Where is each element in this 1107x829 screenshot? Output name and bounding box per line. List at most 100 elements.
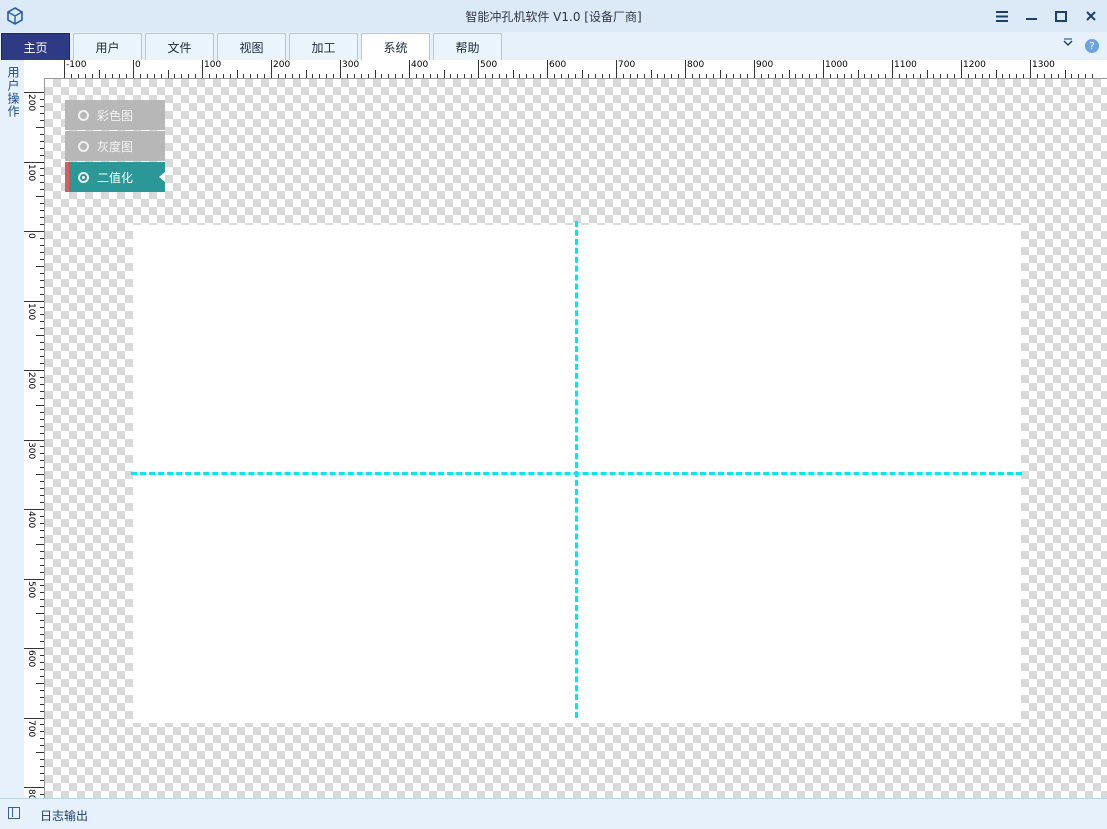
ruler-minor-tick bbox=[705, 74, 707, 78]
chevron-down-icon[interactable] bbox=[1063, 38, 1073, 51]
ruler-minor-tick bbox=[829, 74, 831, 78]
ruler-minor-tick bbox=[967, 74, 969, 78]
ruler-minor-tick bbox=[553, 74, 555, 78]
ruler-major-tick bbox=[892, 60, 893, 78]
ruler-label: 400 bbox=[26, 511, 36, 529]
ruler-minor-tick bbox=[464, 74, 466, 78]
image-canvas[interactable]: 彩色图 灰度图 二值化 bbox=[45, 79, 1107, 798]
ruler-minor-tick bbox=[40, 349, 44, 351]
ruler-minor-tick bbox=[360, 74, 362, 78]
ruler-minor-tick bbox=[622, 74, 624, 78]
vertical-ruler: 2001000100200300400500600700800 bbox=[24, 78, 45, 806]
ruler-minor-tick bbox=[40, 279, 44, 281]
tab-process[interactable]: 加工 bbox=[289, 33, 358, 60]
ribbon-tabs: 主页 用户 文件 视图 加工 系统 帮助 ? bbox=[0, 32, 1107, 61]
ruler-minor-tick bbox=[588, 74, 590, 78]
ruler-minor-tick bbox=[40, 251, 44, 253]
ruler-minor-tick bbox=[650, 70, 652, 78]
ruler-minor-tick bbox=[1085, 74, 1087, 78]
minimize-icon[interactable] bbox=[1021, 6, 1041, 26]
ruler-minor-tick bbox=[40, 105, 44, 107]
mode-binarize[interactable]: 二值化 bbox=[65, 162, 165, 192]
ruler-major-tick bbox=[409, 60, 410, 78]
ruler-label: 500 bbox=[26, 580, 36, 598]
panel-toggle-icon[interactable] bbox=[8, 807, 20, 819]
ruler-minor-tick bbox=[40, 383, 44, 385]
ruler-minor-tick bbox=[40, 759, 44, 761]
tab-help[interactable]: 帮助 bbox=[433, 33, 502, 60]
ruler-minor-tick bbox=[36, 752, 44, 754]
ruler-minor-tick bbox=[40, 661, 44, 663]
ruler-minor-tick bbox=[40, 745, 44, 747]
ruler-major-tick bbox=[24, 439, 44, 441]
ruler-minor-tick bbox=[40, 321, 44, 323]
ruler-minor-tick bbox=[40, 411, 44, 413]
tab-home[interactable]: 主页 bbox=[1, 33, 70, 60]
ruler-major-tick bbox=[340, 60, 341, 78]
ruler-minor-tick bbox=[40, 307, 44, 309]
ruler-minor-tick bbox=[40, 432, 44, 434]
ruler-label: 300 bbox=[342, 60, 360, 70]
crosshair-horizontal bbox=[131, 472, 1022, 475]
ruler-minor-tick bbox=[505, 74, 507, 78]
ruler-minor-tick bbox=[402, 74, 404, 78]
help-icon[interactable]: ? bbox=[1085, 39, 1099, 53]
tab-system[interactable]: 系统 bbox=[361, 33, 430, 61]
mode-grayscale[interactable]: 灰度图 bbox=[65, 131, 165, 161]
log-output-tab[interactable]: 日志输出 bbox=[40, 807, 88, 824]
mode-color[interactable]: 彩色图 bbox=[65, 100, 165, 130]
ruler-minor-tick bbox=[40, 599, 44, 601]
ruler-minor-tick bbox=[333, 74, 335, 78]
ruler-minor-tick bbox=[40, 168, 44, 170]
ruler-minor-tick bbox=[257, 74, 259, 78]
ruler-minor-tick bbox=[40, 237, 44, 239]
ruler-minor-tick bbox=[291, 74, 293, 78]
ruler-label: 300 bbox=[26, 441, 36, 459]
ruler-label: 0 bbox=[26, 233, 36, 239]
side-panel-label[interactable]: 用户操作 bbox=[5, 66, 22, 118]
tab-view[interactable]: 视图 bbox=[217, 33, 286, 60]
ruler-minor-tick bbox=[602, 74, 604, 78]
menu-icon[interactable] bbox=[992, 6, 1012, 26]
ruler-minor-tick bbox=[40, 210, 44, 212]
ruler-minor-tick bbox=[264, 74, 266, 78]
ruler-minor-tick bbox=[940, 74, 942, 78]
ruler-minor-tick bbox=[40, 460, 44, 462]
ruler-minor-tick bbox=[760, 74, 762, 78]
ruler-minor-tick bbox=[374, 70, 376, 78]
window-title: 智能冲孔机软件 V1.0 [设备厂商] bbox=[465, 10, 642, 24]
ruler-minor-tick bbox=[40, 446, 44, 448]
ruler-minor-tick bbox=[898, 74, 900, 78]
ruler-minor-tick bbox=[657, 74, 659, 78]
maximize-icon[interactable] bbox=[1051, 6, 1071, 26]
ruler-major-tick bbox=[24, 648, 44, 649]
tab-user[interactable]: 用户 bbox=[73, 33, 142, 60]
ruler-minor-tick bbox=[40, 286, 44, 288]
ruler-major-tick bbox=[24, 161, 44, 163]
ruler-label: 1000 bbox=[825, 60, 848, 70]
ruler-minor-tick bbox=[40, 773, 44, 775]
ruler-label: 0 bbox=[135, 60, 141, 70]
ruler-minor-tick bbox=[40, 140, 44, 142]
ruler-minor-tick bbox=[119, 74, 121, 78]
ruler-minor-tick bbox=[1036, 74, 1038, 78]
ruler-minor-tick bbox=[560, 74, 562, 78]
title-bar: 智能冲孔机软件 V1.0 [设备厂商] bbox=[0, 0, 1107, 33]
ruler-minor-tick bbox=[871, 74, 873, 78]
ruler-minor-tick bbox=[788, 70, 790, 78]
ruler-minor-tick bbox=[40, 766, 44, 768]
ruler-minor-tick bbox=[519, 74, 521, 78]
ruler-minor-tick bbox=[726, 74, 728, 78]
ruler-minor-tick bbox=[802, 74, 804, 78]
ruler-minor-tick bbox=[422, 74, 424, 78]
ruler-minor-tick bbox=[781, 74, 783, 78]
ruler-minor-tick bbox=[40, 98, 44, 100]
tab-file[interactable]: 文件 bbox=[145, 33, 214, 60]
close-icon[interactable] bbox=[1081, 6, 1101, 26]
ruler-label: 200 bbox=[26, 372, 36, 390]
ruler-minor-tick bbox=[40, 592, 44, 594]
ruler-major-tick bbox=[547, 60, 548, 78]
ruler-minor-tick bbox=[40, 641, 44, 643]
ruler-label: 800 bbox=[687, 60, 705, 70]
ruler-minor-tick bbox=[40, 189, 44, 191]
